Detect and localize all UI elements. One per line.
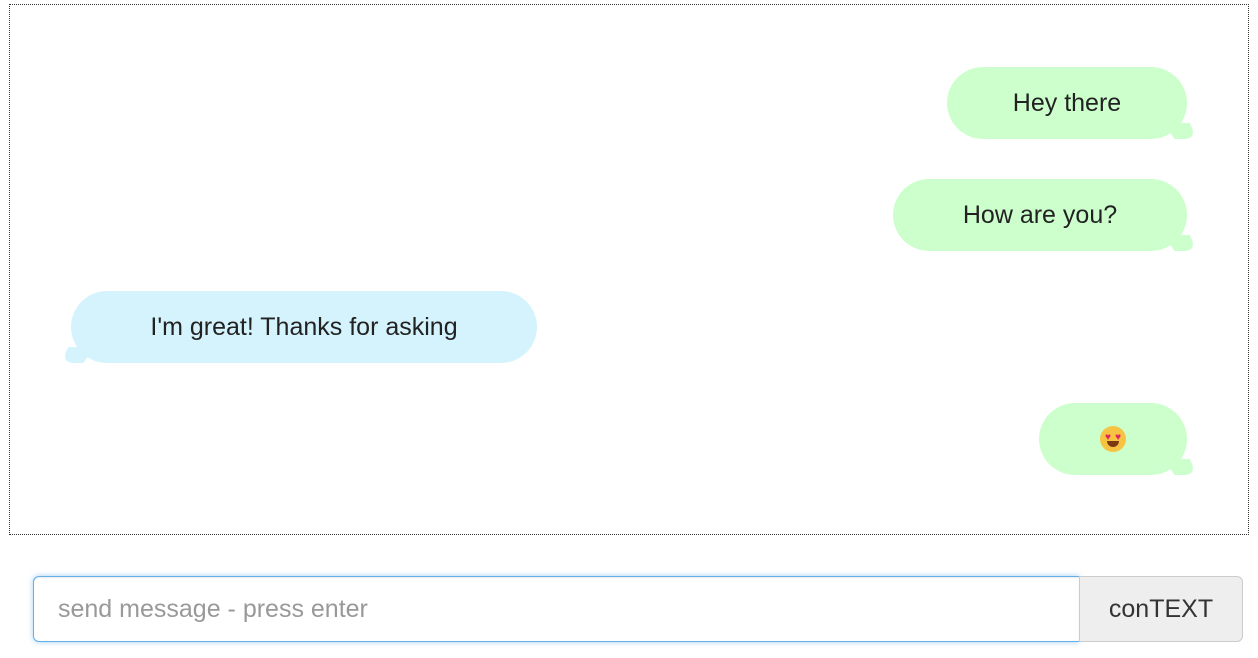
- message-row: Hey there: [10, 67, 1248, 139]
- message-row: How are you?: [10, 179, 1248, 251]
- message-composer: conTEXT: [33, 576, 1243, 642]
- message-text: How are you?: [962, 200, 1118, 229]
- message-row: ♥ ♥: [10, 403, 1248, 475]
- message-text: Hey there: [1012, 88, 1122, 117]
- sent-message-bubble: Hey there: [947, 67, 1187, 139]
- message-input[interactable]: [33, 576, 1079, 642]
- chat-window: Hey there How are you? I'm great! Thanks…: [9, 4, 1249, 535]
- context-button[interactable]: conTEXT: [1079, 576, 1243, 642]
- message-text: I'm great! Thanks for asking: [150, 312, 458, 341]
- sent-message-bubble: How are you?: [893, 179, 1187, 251]
- heart-eyes-emoji-icon: ♥ ♥: [1100, 426, 1126, 452]
- message-row: I'm great! Thanks for asking: [10, 291, 1248, 363]
- sent-message-bubble: ♥ ♥: [1039, 403, 1187, 475]
- received-message-bubble: I'm great! Thanks for asking: [71, 291, 537, 363]
